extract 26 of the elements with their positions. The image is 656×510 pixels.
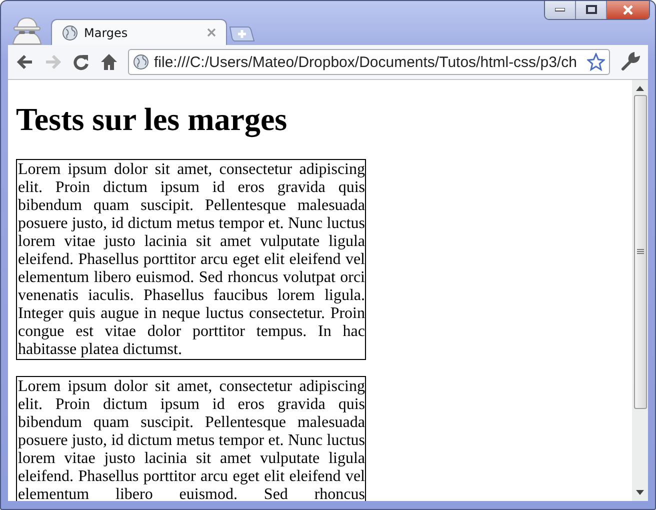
scroll-up-icon[interactable] (636, 86, 644, 91)
minimize-button[interactable] (545, 1, 576, 19)
bordered-paragraph: Lorem ipsum dolor sit amet, consectetur adipiscing elit. Proin dictum ipsum id eros gravida quis bibendum quam suscipit. Pellentesque malesuada posuere justo, id dictum metus tempor et. Nunc luctus lorem vitae justo lacinia sit amet vulputate ligula eleifend. Phasellus porttitor arcu eget elit eleifend vel elementum libero euismod. Sed rhoncus (16, 376, 366, 501)
tab-title: Marges (84, 26, 129, 40)
reload-icon[interactable] (72, 53, 90, 71)
page-heading: Tests sur les marges (16, 101, 288, 138)
close-button[interactable] (607, 1, 649, 19)
wrench-icon[interactable] (620, 52, 640, 72)
star-icon[interactable] (587, 53, 605, 71)
scrollbar[interactable] (632, 80, 648, 501)
scroll-down-icon[interactable] (636, 490, 644, 495)
minimize-icon (555, 8, 565, 12)
maximize-button[interactable] (576, 1, 607, 19)
browser-tab[interactable]: Marges (51, 19, 227, 45)
home-icon[interactable] (100, 53, 118, 71)
scrollbar-thumb[interactable] (634, 95, 646, 409)
bordered-paragraph: Lorem ipsum dolor sit amet, consectetur adipiscing elit. Proin dictum ipsum id eros gravida quis bibendum quam suscipit. Pellentesque malesuada posuere justo, id dictum metus tempor et. Nunc luctus lorem vitae justo lacinia sit amet vulputate ligula eleifend. Phasellus porttitor arcu eget elit eleifend vel elementum libero euismod. Sed rhoncus volutpat orci venenatis iaculis. Phasellus faucibus lorem ligula. Integer quis augue in neque luctus consectetur. Proin congue est vitae dolor porttitor tempus. In hac habitasse platea dictumst. (16, 159, 366, 360)
address-bar[interactable]: file:///C:/Users/Mateo/Dropbox/Documents/Tutos/html-css/p3/ch (128, 49, 610, 75)
globe-icon (133, 54, 149, 70)
back-arrow-icon[interactable] (16, 54, 34, 70)
maximize-icon (586, 5, 596, 14)
close-icon[interactable] (207, 28, 216, 37)
close-icon (622, 4, 634, 14)
new-tab-button[interactable] (229, 26, 255, 42)
globe-icon (62, 24, 78, 40)
url-text: file:///C:/Users/Mateo/Dropbox/Documents/Tutos/html-css/p3/ch (154, 54, 578, 70)
